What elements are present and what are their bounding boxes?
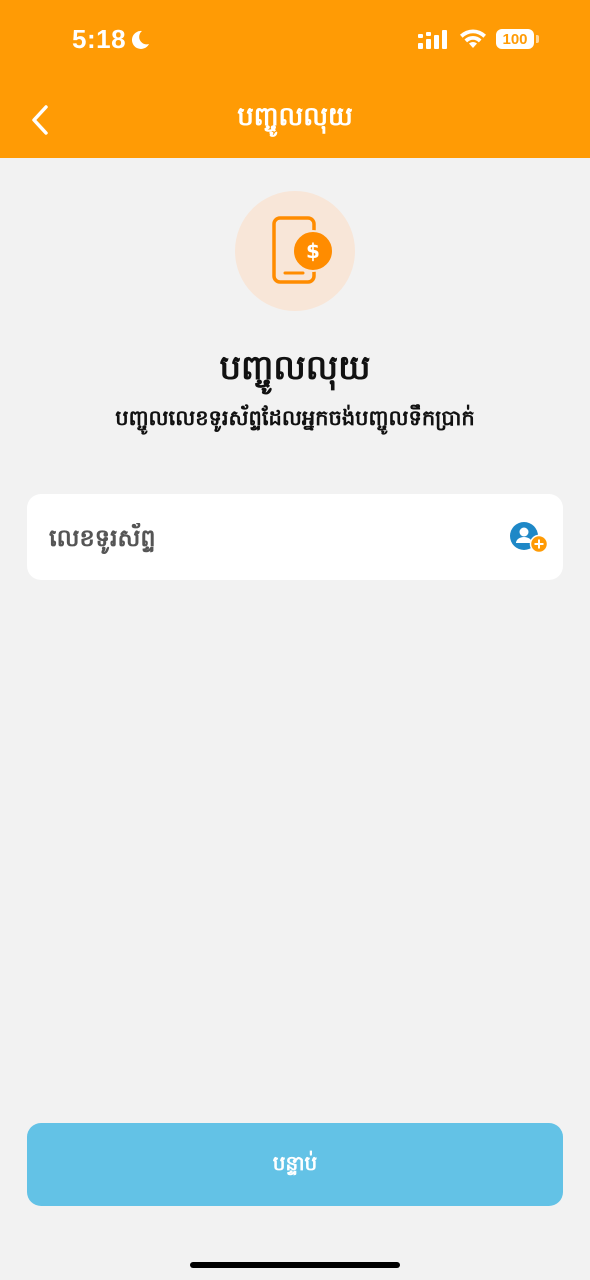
battery-icon: 100: [496, 29, 534, 49]
battery-nub: [536, 35, 539, 43]
page-subtitle: បញ្ចូលលេខទូរស័ព្ទដែលអ្នកចង់បញ្ចូលទឹកប្រា…: [115, 406, 475, 430]
add-contact-icon[interactable]: [509, 521, 551, 555]
svg-text:$: $: [306, 239, 320, 263]
page-title: បញ្ចូលលុយ: [219, 348, 371, 388]
phone-number-input[interactable]: [47, 494, 511, 582]
signal-icon: [418, 30, 447, 49]
status-time: 5:18: [72, 24, 127, 54]
app-header: 5:18 100 បញ្ចូលលុយ: [0, 0, 590, 158]
next-button[interactable]: បន្ទាប់: [27, 1123, 563, 1206]
moon-icon: [131, 30, 149, 49]
home-indicator: [190, 1262, 400, 1268]
hero-icon-circle: $: [235, 191, 355, 311]
phone-dollar-icon: $: [272, 216, 334, 284]
phone-number-field: [27, 494, 563, 582]
header-title: បញ្ចូលលុយ: [237, 102, 353, 132]
wifi-icon: [460, 29, 486, 48]
